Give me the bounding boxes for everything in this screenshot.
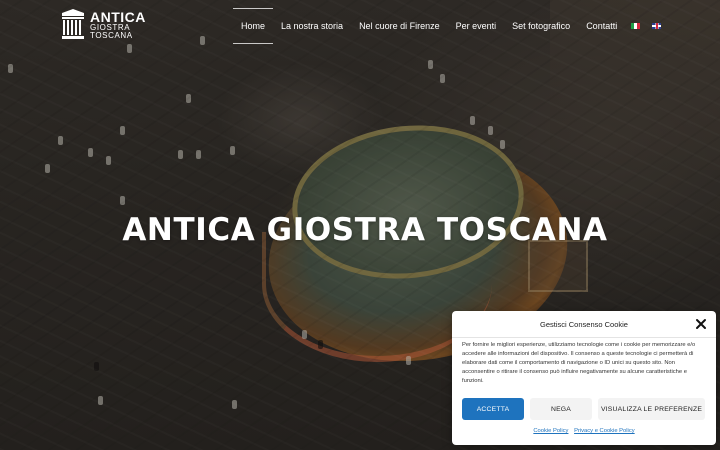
close-icon[interactable] (695, 318, 707, 330)
nav-item-contatti[interactable]: Contatti (578, 8, 625, 44)
cookie-description: Per fornire le migliori esperienze, util… (462, 342, 696, 384)
nav-item-home[interactable]: Home (233, 8, 274, 44)
site-logo[interactable]: ANTICA GIOSTRA TOSCANA (61, 9, 146, 41)
logo-line-3: TOSCANA (90, 31, 133, 40)
english-flag-icon[interactable] (652, 23, 662, 29)
deny-button[interactable]: NEGA (530, 398, 592, 420)
view-preferences-button[interactable]: VISUALIZZA LE PREFERENZE (598, 398, 705, 420)
logo-carousel-icon (62, 9, 84, 39)
nav-item-per-eventi[interactable]: Per eventi (448, 8, 505, 44)
hero-title: ANTICA GIOSTRA TOSCANA (122, 212, 608, 248)
logo-line-1: ANTICA (90, 9, 146, 25)
cookie-policy-link[interactable]: Cookie Policy (533, 428, 568, 434)
accept-button[interactable]: ACCETTA (462, 398, 524, 420)
privacy-policy-link[interactable]: Privacy e Cookie Policy (574, 428, 635, 434)
nav-item-nel-cuore-di-firenze[interactable]: Nel cuore di Firenze (351, 8, 448, 44)
italian-flag-icon[interactable] (631, 23, 641, 29)
site-header: ANTICA GIOSTRA TOSCANA Home La nostra st… (0, 0, 720, 50)
nav-item-set-fotografico[interactable]: Set fotografico (504, 8, 578, 44)
main-nav: Home La nostra storia Nel cuore di Firen… (233, 8, 667, 44)
cookie-dialog-title: Gestisci Consenso Cookie (540, 320, 628, 329)
nav-item-la-nostra-storia[interactable]: La nostra storia (273, 8, 351, 44)
cookie-links: Cookie Policy Privacy e Cookie Policy (452, 428, 716, 434)
cookie-consent-dialog: Gestisci Consenso Cookie Per fornire le … (452, 311, 716, 445)
cookie-divider (452, 337, 716, 338)
logo-text: ANTICA GIOSTRA TOSCANA (90, 10, 146, 40)
